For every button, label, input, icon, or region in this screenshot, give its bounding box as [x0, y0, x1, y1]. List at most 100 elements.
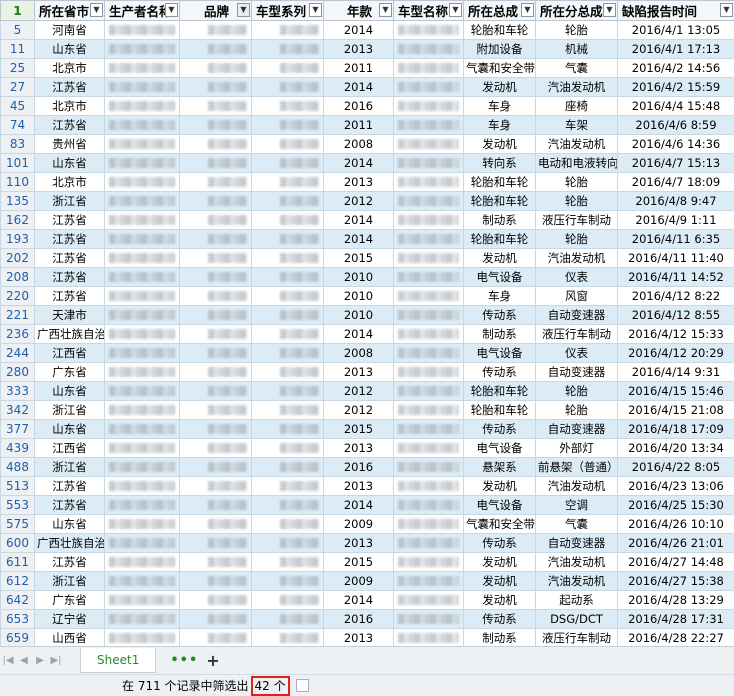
cell-manufacturer-redacted[interactable]: [104, 286, 180, 306]
cell-province[interactable]: 天津市: [34, 305, 105, 325]
cell-report-time[interactable]: 2016/4/1 13:05: [617, 20, 734, 40]
cell-model-redacted[interactable]: [393, 286, 464, 306]
cell-brand-redacted[interactable]: [179, 438, 252, 458]
filter-dropdown-icon[interactable]: ▼: [309, 3, 322, 17]
cell-manufacturer-redacted[interactable]: [104, 590, 180, 610]
cell-brand-redacted[interactable]: [179, 362, 252, 382]
cell-brand-redacted[interactable]: [179, 457, 252, 477]
cell-model-redacted[interactable]: [393, 305, 464, 325]
cell-series-redacted[interactable]: [251, 400, 324, 420]
cell-manufacturer-redacted[interactable]: [104, 210, 180, 230]
cell-manufacturer-redacted[interactable]: [104, 191, 180, 211]
cell-assembly[interactable]: 发动机: [463, 571, 536, 591]
cell-model-redacted[interactable]: [393, 115, 464, 135]
cell-series-redacted[interactable]: [251, 267, 324, 287]
filter-dropdown-icon[interactable]: ▼: [449, 3, 462, 17]
cell-subassembly[interactable]: 自动变速器: [535, 362, 618, 382]
row-number[interactable]: 439: [0, 438, 35, 458]
cell-series-redacted[interactable]: [251, 77, 324, 97]
header-model[interactable]: 车型名称 ▼: [393, 0, 464, 21]
cell-year[interactable]: 2010: [323, 267, 394, 287]
row-number[interactable]: 333: [0, 381, 35, 401]
cell-year[interactable]: 2009: [323, 571, 394, 591]
cell-brand-redacted[interactable]: [179, 305, 252, 325]
cell-brand-redacted[interactable]: [179, 514, 252, 534]
cell-year[interactable]: 2013: [323, 476, 394, 496]
cell-province[interactable]: 浙江省: [34, 191, 105, 211]
cell-series-redacted[interactable]: [251, 39, 324, 59]
cell-brand-redacted[interactable]: [179, 20, 252, 40]
cell-province[interactable]: 江苏省: [34, 476, 105, 496]
cell-year[interactable]: 2014: [323, 20, 394, 40]
cell-year[interactable]: 2010: [323, 286, 394, 306]
cell-series-redacted[interactable]: [251, 571, 324, 591]
cell-report-time[interactable]: 2016/4/6 14:36: [617, 134, 734, 154]
cell-year[interactable]: 2014: [323, 153, 394, 173]
cell-brand-redacted[interactable]: [179, 590, 252, 610]
cell-manufacturer-redacted[interactable]: [104, 96, 180, 116]
table-row[interactable]: 611 江苏省 2015 发动机 汽油发动机 2016/4/27 14:48: [0, 552, 734, 572]
cell-province[interactable]: 广东省: [34, 590, 105, 610]
table-row[interactable]: 11 山东省 2013 附加设备 机械 2016/4/1 17:13: [0, 39, 734, 59]
cell-year[interactable]: 2013: [323, 172, 394, 192]
cell-model-redacted[interactable]: [393, 400, 464, 420]
cell-year[interactable]: 2012: [323, 400, 394, 420]
cell-year[interactable]: 2013: [323, 362, 394, 382]
cell-model-redacted[interactable]: [393, 590, 464, 610]
table-row[interactable]: 333 山东省 2012 轮胎和车轮 轮胎 2016/4/15 15:46: [0, 381, 734, 401]
cell-assembly[interactable]: 轮胎和车轮: [463, 20, 536, 40]
cell-series-redacted[interactable]: [251, 514, 324, 534]
cell-model-redacted[interactable]: [393, 628, 464, 646]
cell-report-time[interactable]: 2016/4/28 17:31: [617, 609, 734, 629]
row-number[interactable]: 611: [0, 552, 35, 572]
header-report-time[interactable]: 缺陷报告时间 ▼: [617, 0, 734, 21]
cell-year[interactable]: 2012: [323, 191, 394, 211]
cell-year[interactable]: 2011: [323, 58, 394, 78]
cell-brand-redacted[interactable]: [179, 58, 252, 78]
cell-province[interactable]: 江苏省: [34, 286, 105, 306]
table-row[interactable]: 83 贵州省 2008 发动机 汽油发动机 2016/4/6 14:36: [0, 134, 734, 154]
row-number[interactable]: 575: [0, 514, 35, 534]
cell-year[interactable]: 2009: [323, 514, 394, 534]
cell-brand-redacted[interactable]: [179, 96, 252, 116]
cell-series-redacted[interactable]: [251, 628, 324, 646]
cell-year[interactable]: 2016: [323, 96, 394, 116]
row-number[interactable]: 27: [0, 77, 35, 97]
cell-subassembly[interactable]: 仪表: [535, 343, 618, 363]
cell-brand-redacted[interactable]: [179, 191, 252, 211]
cell-assembly[interactable]: 发动机: [463, 248, 536, 268]
cell-report-time[interactable]: 2016/4/15 15:46: [617, 381, 734, 401]
cell-model-redacted[interactable]: [393, 476, 464, 496]
cell-brand-redacted[interactable]: [179, 476, 252, 496]
cell-model-redacted[interactable]: [393, 438, 464, 458]
cell-subassembly[interactable]: 机械: [535, 39, 618, 59]
cell-brand-redacted[interactable]: [179, 267, 252, 287]
row-number[interactable]: 653: [0, 609, 35, 629]
row-number[interactable]: 244: [0, 343, 35, 363]
cell-subassembly[interactable]: 气囊: [535, 58, 618, 78]
cell-manufacturer-redacted[interactable]: [104, 362, 180, 382]
cell-report-time[interactable]: 2016/4/15 21:08: [617, 400, 734, 420]
cell-province[interactable]: 北京市: [34, 172, 105, 192]
table-row[interactable]: 45 北京市 2016 车身 座椅 2016/4/4 15:48: [0, 96, 734, 116]
cell-assembly[interactable]: 制动系: [463, 210, 536, 230]
cell-manufacturer-redacted[interactable]: [104, 115, 180, 135]
cell-subassembly[interactable]: 汽油发动机: [535, 571, 618, 591]
cell-series-redacted[interactable]: [251, 419, 324, 439]
row-number[interactable]: 193: [0, 229, 35, 249]
cell-assembly[interactable]: 发动机: [463, 552, 536, 572]
cell-assembly[interactable]: 悬架系: [463, 457, 536, 477]
cell-province[interactable]: 江苏省: [34, 210, 105, 230]
cell-province[interactable]: 广西壮族自治区: [34, 324, 105, 344]
sheet-tab-sheet1[interactable]: Sheet1: [80, 648, 157, 673]
cell-year[interactable]: 2014: [323, 229, 394, 249]
cell-brand-redacted[interactable]: [179, 552, 252, 572]
cell-brand-redacted[interactable]: [179, 39, 252, 59]
filter-dropdown-icon[interactable]: ▼: [165, 3, 178, 17]
cell-year[interactable]: 2013: [323, 39, 394, 59]
table-row[interactable]: 135 浙江省 2012 轮胎和车轮 轮胎 2016/4/8 9:47: [0, 191, 734, 211]
cell-report-time[interactable]: 2016/4/2 15:59: [617, 77, 734, 97]
cell-province[interactable]: 江苏省: [34, 552, 105, 572]
cell-subassembly[interactable]: 座椅: [535, 96, 618, 116]
cell-subassembly[interactable]: 汽油发动机: [535, 248, 618, 268]
